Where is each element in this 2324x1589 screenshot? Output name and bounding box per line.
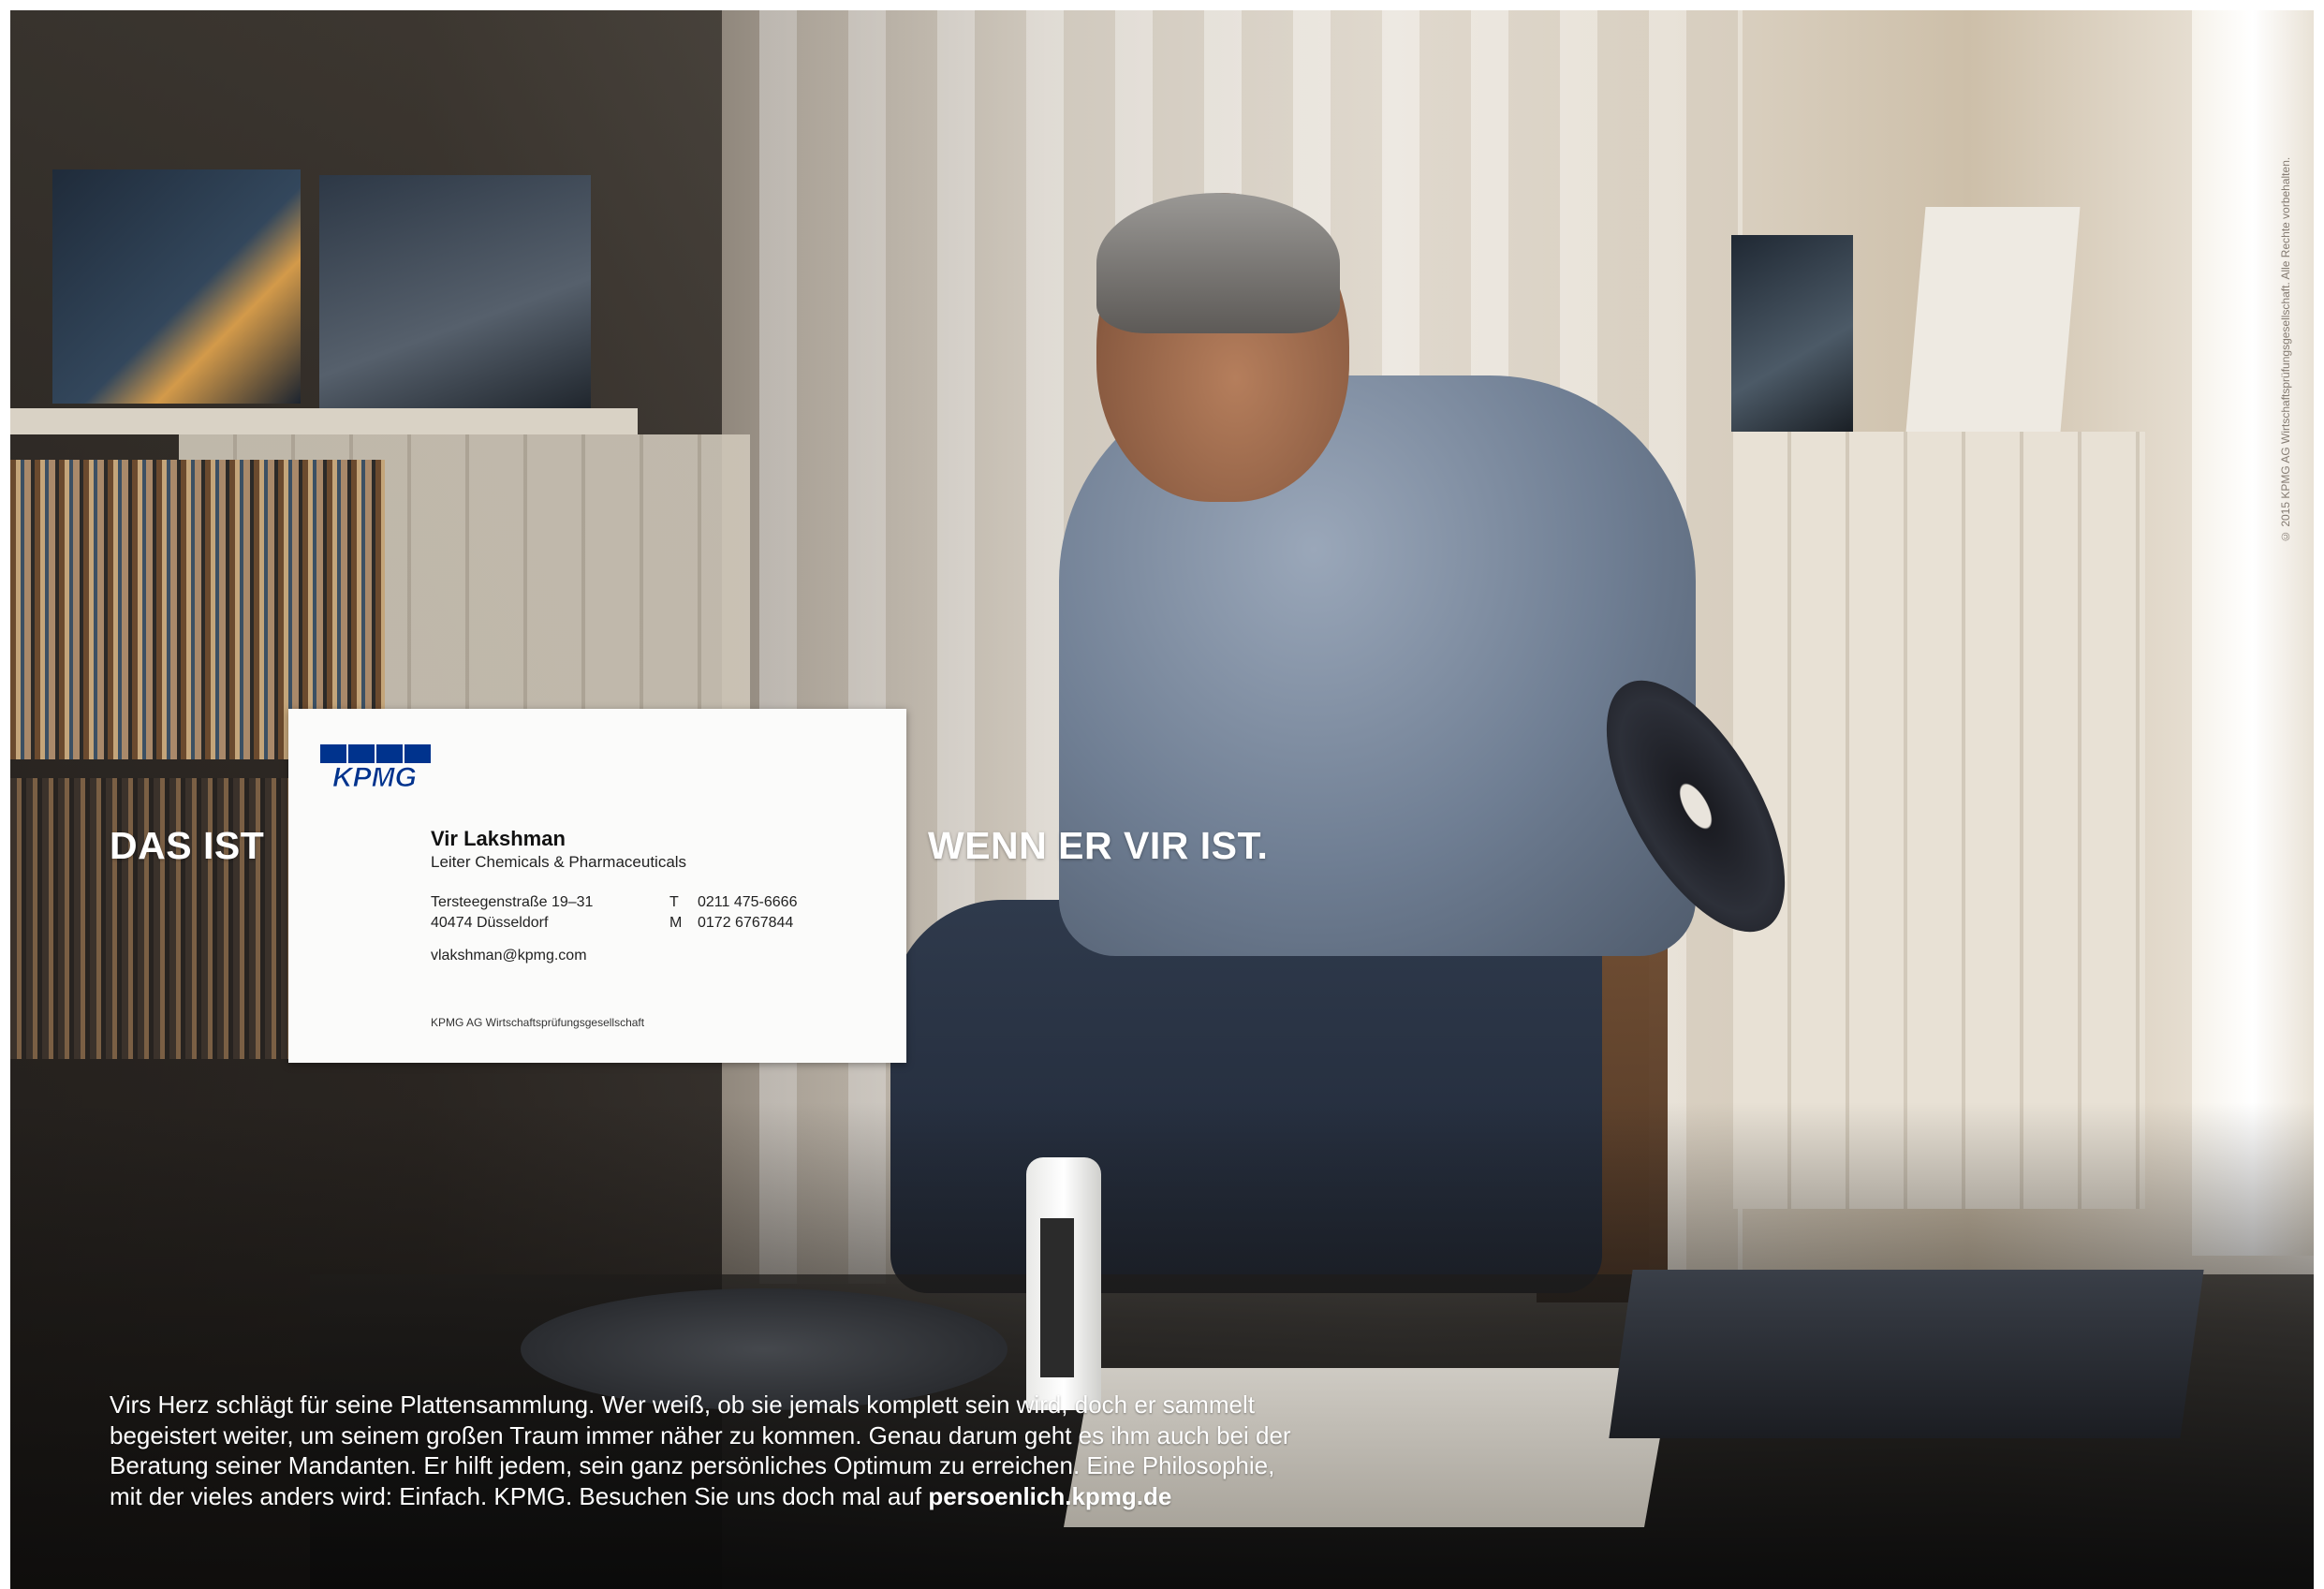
body-line: begeistert weiter, um seinem großen Trau… xyxy=(110,1420,1291,1449)
body-line: mit der vieles anders wird: Einfach. KPM… xyxy=(110,1481,1364,1512)
mobile-label: M xyxy=(669,915,683,931)
card-title: Leiter Chemicals & Pharmaceuticals xyxy=(431,853,687,871)
card-email: vlakshman@kpmg.com xyxy=(431,948,587,964)
headline-right: WENN ER VIR IST. xyxy=(928,824,1269,867)
phone-label: T xyxy=(669,894,679,910)
business-card: KPMG Vir Lakshman Leiter Chemicals & Pha… xyxy=(288,709,906,1063)
bottle-label xyxy=(1040,1218,1074,1377)
record-stack xyxy=(1609,1270,2204,1438)
card-name: Vir Lakshman xyxy=(431,827,566,850)
card-phones: T 0211 475-6666 M 0172 6767844 xyxy=(669,892,797,934)
copyright-notice: © 2015 KPMG AG Wirtschaftsprüfungsgesell… xyxy=(2279,156,2292,543)
record-collection xyxy=(10,778,301,1059)
website-link[interactable]: persoenlich.kpmg.de xyxy=(928,1482,1171,1510)
body-line-text: mit der vieles anders wird: Einfach. KPM… xyxy=(110,1481,929,1510)
mobile-number: 0172 6767844 xyxy=(698,915,794,931)
address-city: 40474 Düsseldorf xyxy=(431,915,549,931)
person-hair xyxy=(1096,193,1340,333)
mobile-row: M 0172 6767844 xyxy=(669,913,797,934)
wall-paneling xyxy=(1733,432,2145,1209)
shelf-board xyxy=(10,408,638,434)
phone-row: T 0211 475-6666 xyxy=(669,892,797,913)
headline-left: DAS IST xyxy=(110,824,265,867)
body-copy: Virs Herz schlägt für seine Plattensamml… xyxy=(110,1390,1364,1511)
record-cover xyxy=(1731,235,1853,432)
card-company: KPMG AG Wirtschaftsprüfungsgesellschaft xyxy=(431,1016,645,1029)
logo-text: KPMG xyxy=(332,762,417,789)
address-street: Tersteegenstraße 19–31 xyxy=(431,894,594,910)
body-line: Virs Herz schlägt für seine Plattensamml… xyxy=(110,1390,1255,1419)
body-line: Beratung seiner Mandanten. Er hilft jede… xyxy=(110,1451,1275,1479)
card-address: Tersteegenstraße 19–31 40474 Düsseldorf xyxy=(431,892,593,934)
record-cover xyxy=(1905,207,2081,432)
record-cover xyxy=(52,169,301,404)
kpmg-logo: KPMG xyxy=(320,744,431,789)
phone-number: 0211 475-6666 xyxy=(698,894,798,910)
record-cover xyxy=(319,175,591,413)
